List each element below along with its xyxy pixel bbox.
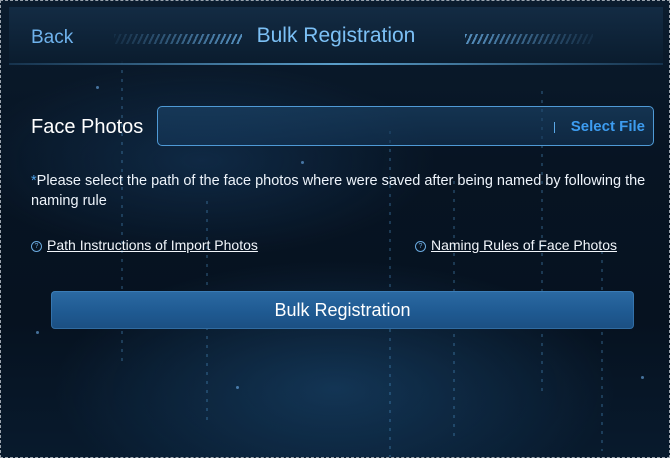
question-circle-icon: ?: [415, 241, 426, 252]
background-data-stream: [601, 251, 603, 451]
bulk-registration-screen: Back Bulk Registration Face Photos Selec…: [0, 0, 670, 458]
face-photos-path-field[interactable]: Select File: [157, 106, 654, 146]
background-dot: [236, 386, 239, 389]
background-dot: [36, 331, 39, 334]
header-bar: Back Bulk Registration: [9, 7, 663, 65]
naming-rules-link[interactable]: ? Naming Rules of Face Photos: [415, 237, 617, 253]
field-divider: [554, 122, 555, 133]
select-file-button[interactable]: Select File: [571, 118, 645, 135]
path-instructions-label: Path Instructions of Import Photos: [47, 237, 258, 253]
header-decoration-right: [465, 34, 593, 44]
naming-rules-label: Naming Rules of Face Photos: [431, 237, 617, 253]
face-photos-label: Face Photos: [31, 116, 144, 138]
bulk-registration-button[interactable]: Bulk Registration: [51, 291, 634, 329]
instruction-note: *Please select the path of the face phot…: [31, 171, 651, 211]
background-dot: [641, 376, 644, 379]
path-instructions-link[interactable]: ? Path Instructions of Import Photos: [31, 237, 258, 253]
background-dot: [301, 161, 304, 164]
question-circle-icon: ?: [31, 241, 42, 252]
background-dot: [96, 86, 99, 89]
note-text: Please select the path of the face photo…: [31, 173, 646, 209]
